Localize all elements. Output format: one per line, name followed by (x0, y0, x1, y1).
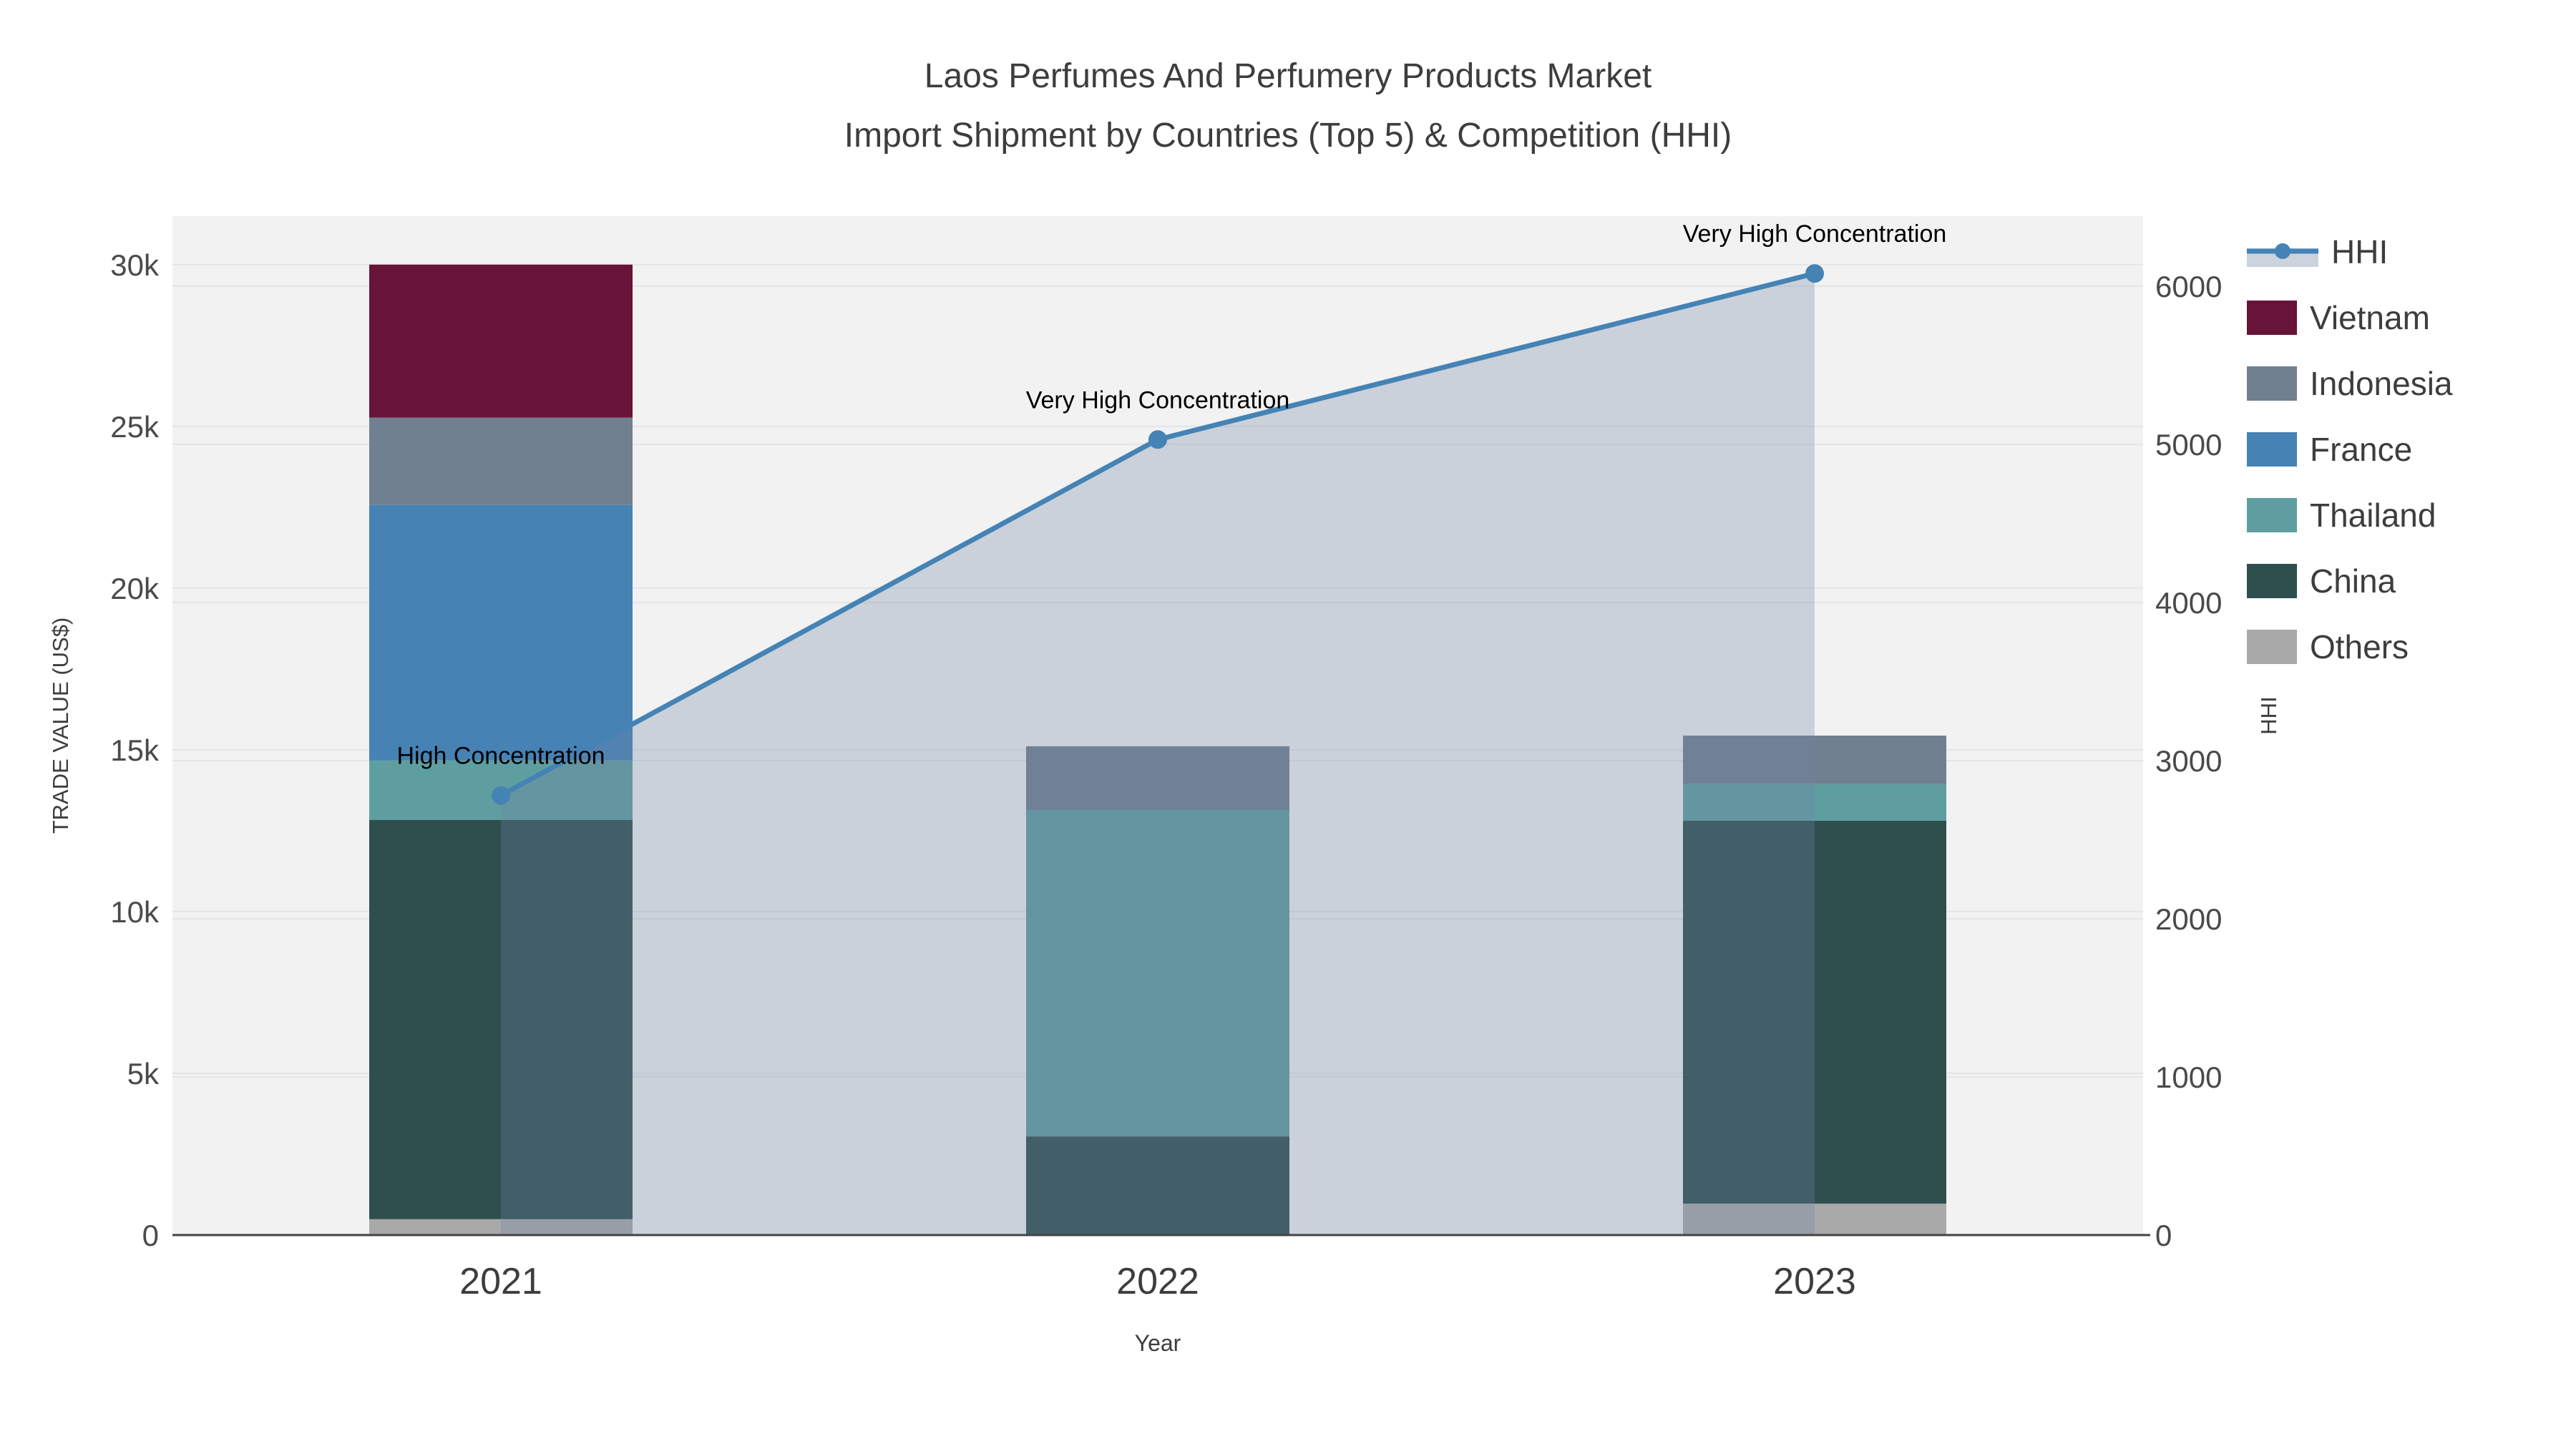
y-right-tick-4000: 4000 (2155, 586, 2222, 620)
legend-item-vietnam[interactable]: Vietnam (2247, 285, 2453, 351)
chart-title-line1: Laos Perfumes And Perfumery Products Mar… (924, 57, 1652, 95)
legend-label-indonesia: Indonesia (2310, 365, 2453, 402)
y-right-axis-title: HHI (2256, 696, 2281, 734)
y-left-tick-0: 0 (142, 1219, 159, 1252)
chart-title-line2: Import Shipment by Countries (Top 5) & C… (844, 117, 1732, 155)
annotation-2021: High Concentration (396, 743, 605, 770)
others-swatch (2247, 630, 2297, 664)
chart-svg: 0 5k 10k 15k 20k 25k 30k 0 1000 2000 3000 4000 5000 6… (48, 57, 2281, 1356)
bar-2021-france[interactable] (369, 504, 633, 761)
legend-item-indonesia[interactable]: Indonesia (2247, 351, 2453, 416)
bar-2021-vietnam[interactable] (369, 264, 633, 418)
hhi-marker-2021[interactable] (492, 786, 510, 805)
x-tick-2022: 2022 (1116, 1261, 1199, 1302)
legend: HHI Vietnam Indonesia France Thailand Ch… (2247, 219, 2453, 680)
y-right-tick-2000: 2000 (2155, 902, 2222, 936)
x-tick-2021: 2021 (459, 1261, 542, 1302)
legend-item-hhi[interactable]: HHI (2247, 219, 2453, 285)
legend-label-others: Others (2310, 628, 2409, 665)
legend-item-china[interactable]: China (2247, 548, 2453, 614)
france-swatch (2247, 432, 2297, 467)
legend-label-france: France (2310, 431, 2413, 468)
y-right-tick-3000: 3000 (2155, 744, 2222, 778)
thailand-swatch (2247, 498, 2297, 532)
x-tick-2023: 2023 (1773, 1261, 1856, 1302)
y-left-tick-30k: 30k (110, 248, 160, 282)
y-left-tick-5k: 5k (127, 1057, 160, 1091)
y-right-tick-5000: 5000 (2155, 428, 2222, 462)
legend-label-thailand: Thailand (2310, 497, 2436, 534)
y-right-tick-6000: 6000 (2155, 270, 2222, 303)
china-swatch (2247, 564, 2297, 598)
annotation-2022: Very High Concentration (1026, 386, 1290, 414)
y-left-tick-20k: 20k (110, 572, 160, 605)
hhi-legend-icon (2247, 243, 2318, 267)
legend-item-france[interactable]: France (2247, 416, 2453, 482)
legend-label-vietnam: Vietnam (2310, 299, 2430, 336)
legend-label-china: China (2310, 562, 2396, 600)
indonesia-swatch (2247, 366, 2297, 401)
hhi-marker-2023[interactable] (1805, 264, 1824, 283)
y-right-tick-1000: 1000 (2155, 1060, 2222, 1094)
y-left-axis-title: TRADE VALUE (US$) (48, 618, 73, 834)
y-left-tick-10k: 10k (110, 895, 160, 929)
y-left-tick-25k: 25k (110, 410, 160, 444)
legend-item-thailand[interactable]: Thailand (2247, 482, 2453, 548)
x-axis-title: Year (1135, 1330, 1181, 1356)
y-left-tick-15k: 15k (110, 733, 160, 767)
annotation-2023: Very High Concentration (1683, 220, 1947, 248)
y-right-tick-0: 0 (2155, 1219, 2172, 1252)
bar-2021-indonesia[interactable] (369, 417, 633, 505)
vietnam-swatch (2247, 301, 2297, 335)
hhi-marker-2022[interactable] (1148, 430, 1167, 449)
legend-item-others[interactable]: Others (2247, 614, 2453, 680)
legend-label-hhi: HHI (2331, 233, 2389, 270)
chart-canvas: 0 5k 10k 15k 20k 25k 30k 0 1000 2000 3000 4000 5000 6… (0, 0, 2576, 1449)
